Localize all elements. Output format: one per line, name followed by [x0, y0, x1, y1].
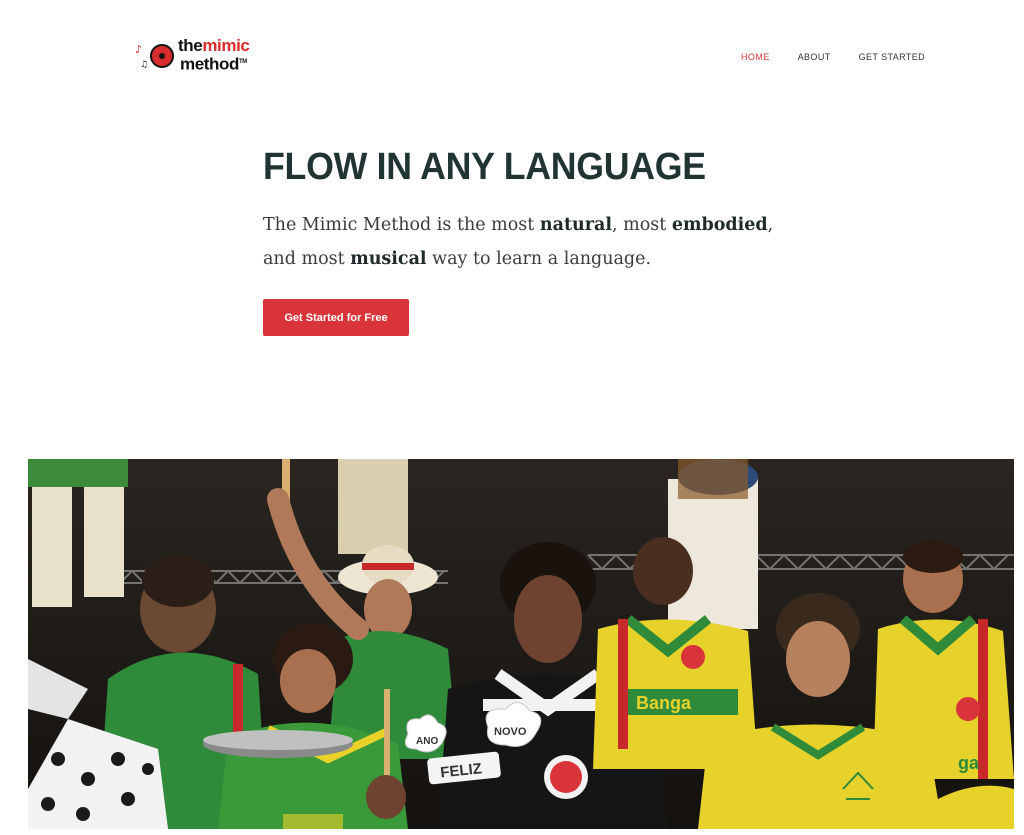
- carnival-band-photo: ANO NOVO FELIZ Banga ga: [28, 459, 1014, 829]
- sign-ano: ANO: [416, 736, 438, 747]
- shirt-text: Banga: [636, 693, 692, 713]
- logo-the: the: [178, 36, 203, 55]
- subtitle-text: The Mimic Method is the most: [263, 215, 540, 235]
- hero-photo: ANO NOVO FELIZ Banga ga: [28, 459, 1014, 829]
- logo-trademark: TM: [238, 59, 247, 65]
- hero-title: FLOW IN ANY LANGUAGE: [263, 146, 706, 188]
- nav-home[interactable]: HOME: [741, 52, 770, 62]
- svg-text:♪: ♪: [135, 43, 142, 56]
- logo-link[interactable]: ♪ ♫ themimic methodTM: [134, 36, 274, 76]
- subtitle-text: , most: [611, 215, 672, 235]
- subtitle-musical: musical: [350, 249, 427, 269]
- logo-mimic: mimic: [202, 36, 250, 55]
- subtitle-natural: natural: [539, 215, 612, 235]
- subtitle-embodied: embodied: [671, 215, 768, 235]
- hero-subtitle: The Mimic Method is the most natural, mo…: [263, 208, 803, 276]
- sign-novo: NOVO: [494, 726, 527, 738]
- main-nav: HOME ABOUT GET STARTED: [741, 52, 953, 62]
- logo-wordmark: themimic methodTM: [178, 36, 250, 74]
- logo-method: method: [180, 54, 239, 74]
- site-header: ♪ ♫ themimic methodTM HOME ABOUT GET STA…: [0, 0, 1024, 110]
- vinyl-record-icon: ♪ ♫: [135, 43, 174, 70]
- svg-text:♫: ♫: [140, 60, 148, 70]
- shirt-text-right: ga: [958, 753, 980, 773]
- nav-get-started[interactable]: GET STARTED: [859, 52, 925, 62]
- nav-about[interactable]: ABOUT: [798, 52, 831, 62]
- get-started-free-button[interactable]: Get Started for Free: [263, 299, 409, 336]
- subtitle-text: way to learn a language.: [426, 249, 652, 269]
